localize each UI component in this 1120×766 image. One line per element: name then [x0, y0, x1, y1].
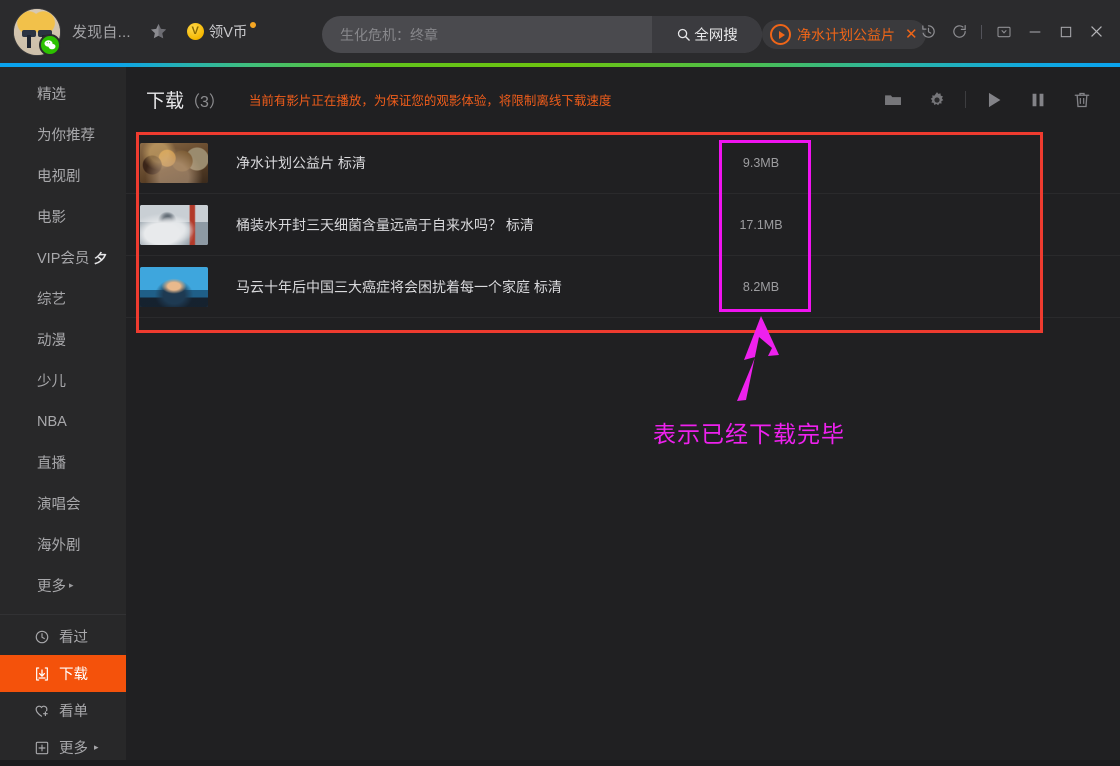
sidebar-item-label: 少儿	[37, 374, 66, 390]
history-clock-icon	[33, 628, 50, 645]
file-size: 8.2MB	[742, 279, 780, 294]
sidebar-item-label: 精选	[37, 87, 66, 103]
star-icon[interactable]	[149, 22, 169, 42]
search-box[interactable]: 全网搜	[322, 16, 762, 53]
sidebar-item-label: 演唱会	[37, 497, 81, 513]
download-count: （3）	[184, 94, 225, 111]
sidebar-item-watchlist[interactable]: 看单	[0, 692, 126, 729]
file-size: 17.1MB	[739, 217, 783, 232]
download-toolbar	[871, 67, 1104, 132]
video-thumbnail	[140, 142, 208, 183]
table-row[interactable]: 桶装水开封三天细菌含量远高于自来水吗？ 标清 17.1MB	[126, 194, 1120, 256]
table-row[interactable]: 净水计划公益片 标清 9.3MB	[126, 132, 1120, 194]
sidebar: 精选 为你推荐 电视剧 电影 VIP会员 夕 综艺 动漫 少儿 NBA 直播 演…	[0, 67, 126, 760]
download-icon	[33, 665, 50, 682]
sidebar-item-label: 下载	[59, 667, 88, 683]
window-controls	[913, 0, 1112, 63]
play-circle-icon	[770, 24, 791, 45]
sidebar-item-live[interactable]: 直播	[0, 442, 126, 483]
sidebar-item-label: 直播	[37, 456, 66, 472]
wechat-icon	[39, 33, 61, 56]
pause-icon[interactable]	[1016, 78, 1060, 122]
video-title: 马云十年后中国三大癌症将会困扰着每一个家庭 标清	[236, 278, 562, 295]
main-content: 下载（3） 当前有影片正在播放，为保证您的观影体验，将限制离线下载速度 净水计划…	[126, 67, 1120, 760]
plus-box-icon	[33, 739, 50, 756]
search-input[interactable]	[322, 26, 652, 43]
close-window-icon[interactable]	[1081, 12, 1112, 52]
window-mode-icon[interactable]	[988, 12, 1019, 52]
video-thumbnail	[140, 204, 208, 245]
folder-icon[interactable]	[871, 78, 915, 122]
playing-tab[interactable]: 净水计划公益片 ✕	[762, 20, 926, 49]
search-icon	[678, 28, 691, 41]
minimize-icon[interactable]	[1019, 12, 1050, 52]
coin-icon: V	[186, 23, 204, 40]
sidebar-item-variety[interactable]: 综艺	[0, 278, 126, 319]
sidebar-item-label: 海外剧	[37, 538, 81, 554]
sidebar-item-kids[interactable]: 少儿	[0, 360, 126, 401]
sidebar-item-tv[interactable]: 电视剧	[0, 155, 126, 196]
notification-dot	[250, 22, 257, 28]
v-coin-button[interactable]: V 领V币	[186, 21, 257, 42]
sidebar-item-label: 看过	[59, 630, 88, 646]
sidebar-item-label: 动漫	[37, 333, 66, 349]
app-window: 发现自... V 领V币 全网搜 净水计划公益片	[0, 0, 1120, 760]
trash-icon[interactable]	[1060, 78, 1104, 122]
video-title: 桶装水开封三天细菌含量远高于自来水吗？ 标清	[236, 216, 534, 233]
sidebar-item-more-bottom[interactable]: 更多 ▸	[0, 729, 126, 766]
sidebar-item-vip[interactable]: VIP会员 夕	[0, 237, 126, 278]
sidebar-item-watched[interactable]: 看过	[0, 618, 126, 655]
sidebar-item-label: 更多	[37, 579, 66, 595]
sidebar-nav: 精选 为你推荐 电视剧 电影 VIP会员 夕 综艺 动漫 少儿 NBA 直播 演…	[0, 67, 126, 606]
sidebar-item-concert[interactable]: 演唱会	[0, 483, 126, 524]
file-size: 9.3MB	[742, 155, 780, 170]
page-title-text: 下载	[146, 91, 185, 112]
sidebar-item-label: 看单	[59, 704, 88, 720]
chevron-right-icon: ▸	[69, 580, 74, 590]
sidebar-item-label: 电影	[37, 210, 66, 226]
table-row[interactable]: 马云十年后中国三大癌症将会困扰着每一个家庭 标清 8.2MB	[126, 256, 1120, 318]
sidebar-item-movie[interactable]: 电影	[0, 196, 126, 237]
refresh-icon[interactable]	[944, 12, 975, 52]
play-icon[interactable]	[972, 78, 1016, 122]
sidebar-item-download[interactable]: 下载	[0, 655, 126, 692]
sidebar-item-more[interactable]: 更多 ▸	[0, 565, 126, 606]
maximize-icon[interactable]	[1050, 12, 1081, 52]
sidebar-item-label: VIP会员	[37, 251, 90, 267]
divider	[965, 91, 966, 108]
sidebar-item-label: 电视剧	[37, 169, 81, 185]
top-bar: 发现自... V 领V币 全网搜 净水计划公益片	[0, 0, 1120, 63]
user-nickname[interactable]: 发现自...	[72, 21, 131, 42]
playing-tab-label: 净水计划公益片	[797, 26, 895, 43]
avatar[interactable]	[14, 8, 61, 56]
video-thumbnail	[140, 266, 208, 307]
sidebar-item-label: 为你推荐	[37, 128, 95, 144]
history-icon[interactable]	[913, 12, 944, 52]
sidebar-item-overseas[interactable]: 海外剧	[0, 524, 126, 565]
page-title: 下载（3）	[146, 86, 225, 113]
gear-icon[interactable]	[915, 78, 959, 122]
download-list: 净水计划公益片 标清 9.3MB 桶装水开封三天细菌含量远高于自来水吗？ 标清 …	[126, 132, 1120, 318]
search-button-label: 全网搜	[694, 28, 738, 44]
download-header: 下载（3） 当前有影片正在播放，为保证您的观影体验，将限制离线下载速度	[126, 67, 1120, 132]
sidebar-item-nba[interactable]: NBA	[0, 401, 126, 442]
video-title: 净水计划公益片 标清	[236, 154, 366, 171]
sidebar-item-jingxuan[interactable]: 精选	[0, 73, 126, 114]
heart-plus-icon	[33, 702, 50, 719]
sidebar-item-anime[interactable]: 动漫	[0, 319, 126, 360]
v-coin-label: 领V币	[208, 25, 248, 41]
sidebar-item-label: 综艺	[37, 292, 66, 308]
search-button[interactable]: 全网搜	[652, 16, 762, 53]
sidebar-item-recommend[interactable]: 为你推荐	[0, 114, 126, 155]
sidebar-item-label: NBA	[37, 413, 67, 430]
chevron-right-icon: ▸	[94, 742, 99, 752]
download-warning: 当前有影片正在播放，为保证您的观影体验，将限制离线下载速度	[248, 94, 612, 108]
divider	[981, 24, 982, 39]
vip-badge-icon: 夕	[93, 251, 109, 266]
sidebar-bottom-nav: 看过 下载 看单 更多 ▸	[0, 615, 126, 766]
sidebar-item-label: 更多	[59, 741, 88, 757]
